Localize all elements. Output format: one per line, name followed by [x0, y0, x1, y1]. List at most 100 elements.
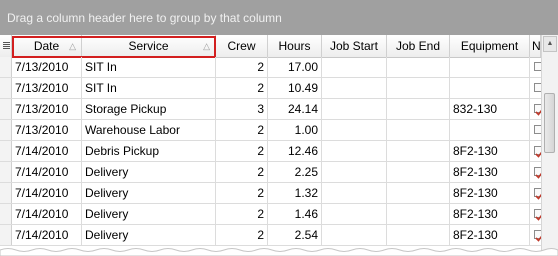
column-header-row: Date △ Service △ Crew Hours Job Start Jo…: [0, 35, 558, 58]
cell-job-start[interactable]: [322, 120, 387, 140]
cell-service[interactable]: SIT In: [82, 57, 216, 77]
row-indicator[interactable]: [0, 57, 12, 77]
table-row[interactable]: 7/14/2010 Delivery 2 2.54 8F2-130: [0, 225, 558, 246]
cell-service[interactable]: Warehouse Labor: [82, 120, 216, 140]
cell-date[interactable]: 7/14/2010: [12, 141, 82, 161]
cell-job-end[interactable]: [387, 225, 450, 245]
scroll-thumb[interactable]: [544, 93, 555, 153]
cell-crew[interactable]: 2: [216, 183, 268, 203]
cell-date[interactable]: 7/14/2010: [12, 204, 82, 224]
cell-job-end[interactable]: [387, 120, 450, 140]
column-header-service[interactable]: Service △: [82, 35, 216, 57]
cell-job-end[interactable]: [387, 183, 450, 203]
table-row[interactable]: 7/14/2010 Delivery 2 1.32 8F2-130: [0, 183, 558, 204]
group-panel-text: Drag a column header here to group by th…: [7, 11, 282, 25]
cell-job-start[interactable]: [322, 162, 387, 182]
column-header-n-label: N: [532, 39, 541, 53]
cell-service[interactable]: Delivery: [82, 162, 216, 182]
cell-equipment[interactable]: 8F2-130: [450, 183, 530, 203]
cell-date[interactable]: 7/14/2010: [12, 183, 82, 203]
cell-job-end[interactable]: [387, 141, 450, 161]
cell-equipment[interactable]: 8F2-130: [450, 225, 530, 245]
scroll-up-button[interactable]: ▲: [543, 36, 557, 52]
row-indicator[interactable]: [0, 183, 12, 203]
row-indicator[interactable]: [0, 78, 12, 98]
cell-job-end[interactable]: [387, 78, 450, 98]
row-indicator[interactable]: [0, 162, 12, 182]
cell-job-end[interactable]: [387, 57, 450, 77]
cell-service[interactable]: Delivery: [82, 204, 216, 224]
cell-equipment[interactable]: 832-130: [450, 99, 530, 119]
cell-date[interactable]: 7/13/2010: [12, 99, 82, 119]
cell-job-start[interactable]: [322, 78, 387, 98]
table-row[interactable]: 7/13/2010 Warehouse Labor 2 1.00: [0, 120, 558, 141]
cell-equipment[interactable]: 8F2-130: [450, 141, 530, 161]
cell-job-end[interactable]: [387, 162, 450, 182]
cell-date[interactable]: 7/14/2010: [12, 225, 82, 245]
cell-equipment[interactable]: [450, 57, 530, 77]
cell-hours[interactable]: 1.32: [268, 183, 322, 203]
cell-crew[interactable]: 2: [216, 162, 268, 182]
cell-job-start[interactable]: [322, 99, 387, 119]
cell-hours[interactable]: 2.25: [268, 162, 322, 182]
table-row[interactable]: 7/13/2010 Storage Pickup 3 24.14 832-130: [0, 99, 558, 120]
column-header-job-end[interactable]: Job End: [387, 35, 450, 57]
cell-hours[interactable]: 12.46: [268, 141, 322, 161]
cell-date[interactable]: 7/14/2010: [12, 162, 82, 182]
cell-date[interactable]: 7/13/2010: [12, 120, 82, 140]
column-header-crew[interactable]: Crew: [216, 35, 268, 57]
row-indicator[interactable]: [0, 120, 12, 140]
cell-crew[interactable]: 2: [216, 120, 268, 140]
cell-job-start[interactable]: [322, 204, 387, 224]
cell-crew[interactable]: 2: [216, 141, 268, 161]
cell-crew[interactable]: 2: [216, 225, 268, 245]
cell-crew[interactable]: 2: [216, 204, 268, 224]
cell-job-start[interactable]: [322, 183, 387, 203]
cell-service[interactable]: Storage Pickup: [82, 99, 216, 119]
cell-equipment[interactable]: 8F2-130: [450, 204, 530, 224]
column-header-n[interactable]: N: [530, 35, 541, 57]
cell-job-start[interactable]: [322, 225, 387, 245]
cell-service[interactable]: Delivery: [82, 225, 216, 245]
column-header-job-start[interactable]: Job Start: [322, 35, 387, 57]
cell-date[interactable]: 7/13/2010: [12, 57, 82, 77]
column-header-date[interactable]: Date △: [12, 35, 82, 57]
column-header-hours[interactable]: Hours: [268, 35, 322, 57]
cell-service[interactable]: Delivery: [82, 183, 216, 203]
column-header-hours-label: Hours: [278, 39, 311, 53]
vertical-scrollbar[interactable]: ▲: [541, 35, 558, 256]
row-indicator[interactable]: [0, 141, 12, 161]
cell-date[interactable]: 7/13/2010: [12, 78, 82, 98]
cell-crew[interactable]: 2: [216, 78, 268, 98]
cell-job-start[interactable]: [322, 57, 387, 77]
cell-hours[interactable]: 10.49: [268, 78, 322, 98]
cell-equipment[interactable]: 8F2-130: [450, 162, 530, 182]
cell-hours[interactable]: 1.00: [268, 120, 322, 140]
table-row[interactable]: 7/13/2010 SIT In 2 10.49: [0, 78, 558, 99]
cell-service[interactable]: SIT In: [82, 78, 216, 98]
cell-service[interactable]: Debris Pickup: [82, 141, 216, 161]
cell-equipment[interactable]: [450, 78, 530, 98]
cell-hours[interactable]: 24.14: [268, 99, 322, 119]
cell-job-end[interactable]: [387, 99, 450, 119]
cell-crew[interactable]: 2: [216, 57, 268, 77]
cell-crew[interactable]: 3: [216, 99, 268, 119]
row-indicator[interactable]: [0, 99, 12, 119]
row-indicator[interactable]: [0, 204, 12, 224]
column-chooser-button[interactable]: [0, 35, 12, 57]
column-header-date-label: Date: [33, 39, 60, 53]
cell-hours[interactable]: 2.54: [268, 225, 322, 245]
cell-hours[interactable]: 1.46: [268, 204, 322, 224]
sort-up-icon: △: [203, 41, 210, 51]
row-indicator[interactable]: [0, 225, 12, 245]
table-row[interactable]: 7/14/2010 Debris Pickup 2 12.46 8F2-130: [0, 141, 558, 162]
cell-hours[interactable]: 17.00: [268, 57, 322, 77]
cell-job-end[interactable]: [387, 204, 450, 224]
cell-equipment[interactable]: [450, 120, 530, 140]
table-row[interactable]: 7/13/2010 SIT In 2 17.00: [0, 57, 558, 78]
table-row[interactable]: 7/14/2010 Delivery 2 2.25 8F2-130: [0, 162, 558, 183]
column-header-equipment[interactable]: Equipment: [450, 35, 530, 57]
cell-job-start[interactable]: [322, 141, 387, 161]
table-row[interactable]: 7/14/2010 Delivery 2 1.46 8F2-130: [0, 204, 558, 225]
group-by-panel[interactable]: Drag a column header here to group by th…: [0, 0, 558, 35]
